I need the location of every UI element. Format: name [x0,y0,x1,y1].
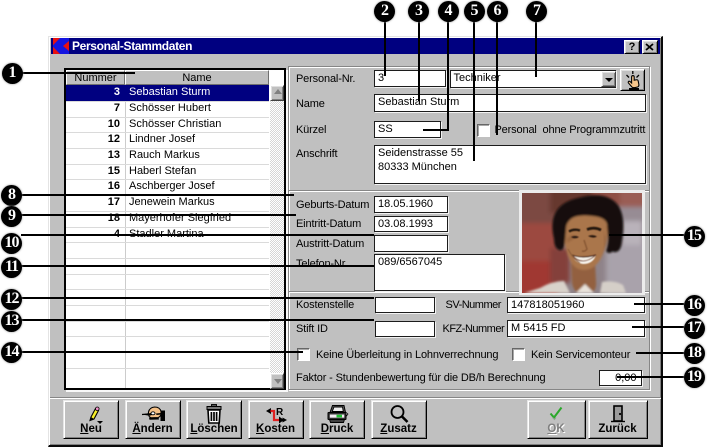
svg-text:R: R [276,407,284,418]
